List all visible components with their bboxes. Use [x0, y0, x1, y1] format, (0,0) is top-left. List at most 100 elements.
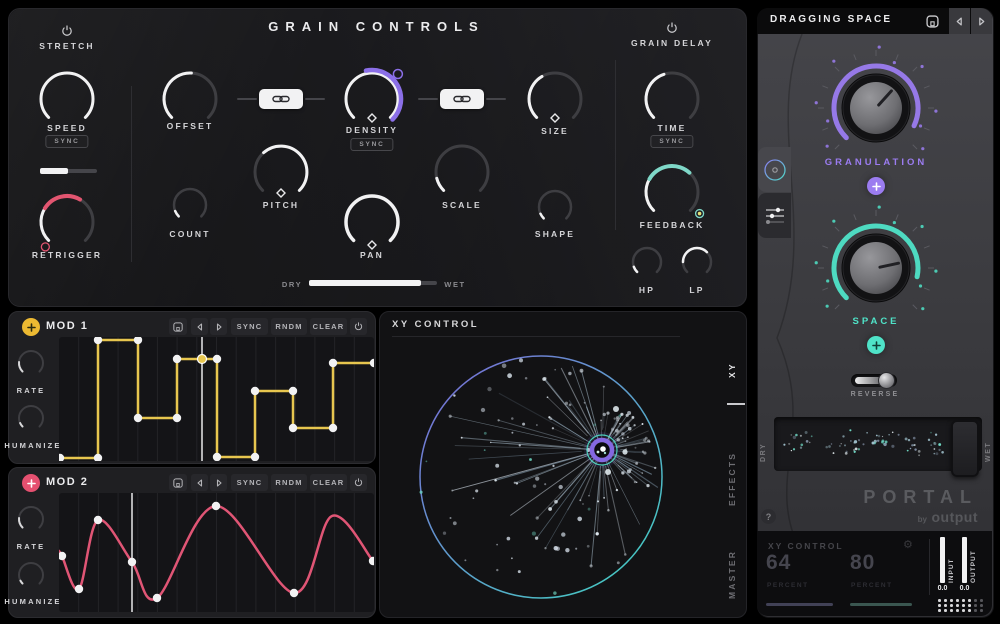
speed-mini-slider-fill — [40, 168, 68, 174]
power-icon — [354, 478, 363, 487]
grip-dot — [962, 609, 965, 612]
mod1-prev-button[interactable] — [191, 318, 208, 335]
grip-dot — [968, 609, 971, 612]
plus-icon — [26, 322, 36, 332]
drywet-slider-fill — [309, 280, 421, 286]
help-button[interactable]: ? — [761, 509, 776, 524]
tab-master[interactable]: MASTER — [727, 537, 737, 611]
output-meter-label: OUTPUT — [970, 550, 977, 583]
mod1-step-editor[interactable] — [59, 337, 374, 461]
space-label: SPACE — [852, 316, 900, 327]
tab-xy-active-marker — [727, 403, 745, 405]
speed-sync-button[interactable]: SYNC — [45, 135, 89, 148]
mod2-clear-button[interactable]: CLEAR — [310, 474, 347, 491]
feedback-label: FEEDBACK — [639, 220, 705, 230]
input-meter-label: INPUT — [948, 558, 955, 584]
grip-dot — [968, 599, 971, 602]
mod2-power-button[interactable] — [350, 474, 367, 491]
hp-label: HP — [638, 285, 656, 295]
divider-2 — [615, 60, 616, 230]
scale-label: SCALE — [442, 200, 482, 210]
bottom-xy-title: XY CONTROL — [768, 541, 844, 551]
save-icon — [925, 14, 939, 28]
grain-delay-label: GRAIN DELAY — [631, 38, 713, 48]
sidetab-sliders-view[interactable] — [758, 193, 791, 238]
input-meter-value: 0.0 — [937, 585, 948, 592]
grip-dot — [980, 599, 983, 602]
gear-icon[interactable]: ⚙ — [903, 538, 913, 551]
mod1-rndm-button[interactable]: RNDM — [271, 318, 307, 335]
grip-dot — [974, 604, 977, 607]
output-meter — [962, 537, 967, 583]
grip-dot — [974, 599, 977, 602]
preset-next-button[interactable] — [971, 8, 992, 34]
grip-dot — [956, 609, 959, 612]
portal-plugin-window: GRAIN CONTROLS STRETCH SPEED SYNC RETRIG… — [0, 0, 1000, 624]
plus-icon — [871, 181, 881, 191]
mod1-power-button[interactable] — [350, 318, 367, 335]
resize-grip-dots[interactable] — [938, 599, 988, 613]
mod2-curve-editor[interactable] — [59, 493, 374, 612]
space-add-mod-button[interactable] — [867, 336, 885, 354]
link-line — [486, 98, 506, 100]
mod1-sync-button[interactable]: SYNC — [231, 318, 268, 335]
sliders-icon — [765, 207, 784, 224]
grip-dot — [950, 609, 953, 612]
xy-x-bar — [766, 603, 833, 606]
stretch-label: STRETCH — [39, 41, 95, 51]
mod2-sync-button[interactable]: SYNC — [231, 474, 268, 491]
xy-y-bar — [850, 603, 912, 606]
drywet-strip-handle[interactable] — [951, 420, 979, 477]
mod2-enable-badge[interactable] — [22, 474, 40, 492]
grip-dot — [938, 604, 941, 607]
preset-prev-button[interactable] — [949, 8, 970, 34]
divider-1 — [131, 86, 132, 262]
triangle-left-icon — [196, 478, 202, 487]
save-icon — [173, 321, 183, 332]
mod1-save-button[interactable] — [169, 318, 187, 335]
link-line — [418, 98, 438, 100]
mod2-next-button[interactable] — [210, 474, 227, 491]
drywet-slider[interactable] — [309, 280, 437, 286]
count-label: COUNT — [169, 229, 211, 239]
mod2-prev-button[interactable] — [191, 474, 208, 491]
triangle-right-icon — [979, 17, 985, 25]
density-sync-button[interactable]: SYNC — [350, 138, 394, 151]
mod1-enable-badge[interactable] — [22, 318, 40, 336]
speed-mini-slider[interactable] — [40, 168, 97, 174]
xy-pad[interactable] — [379, 311, 745, 616]
chain-link-icon — [453, 95, 471, 103]
triangle-right-icon — [216, 478, 222, 487]
preset-save-button[interactable] — [923, 13, 941, 29]
mod1-clear-button[interactable]: CLEAR — [310, 318, 347, 335]
mod2-rndm-button[interactable]: RNDM — [271, 474, 307, 491]
tab-xy[interactable]: XY — [727, 348, 737, 392]
stretch-power-icon[interactable] — [61, 25, 73, 37]
mod1-next-button[interactable] — [210, 318, 227, 335]
tab-effects[interactable]: EFFECTS — [727, 430, 737, 528]
grip-dot — [950, 604, 953, 607]
page-title: GRAIN CONTROLS — [268, 19, 485, 34]
grip-dot — [944, 604, 947, 607]
pitch-label: PITCH — [262, 200, 300, 210]
link-speed-density-button[interactable] — [259, 89, 303, 109]
lp-label: LP — [689, 285, 705, 295]
granulation-add-mod-button[interactable] — [867, 177, 885, 195]
sidetab-xy-view[interactable] — [758, 147, 791, 192]
reverse-toggle-knob[interactable] — [878, 372, 895, 389]
bottom-divider — [929, 539, 930, 595]
grain-delay-power-icon[interactable] — [666, 22, 678, 34]
wet-label: WET — [444, 280, 466, 289]
grip-dot — [944, 599, 947, 602]
offset-knob[interactable] — [150, 59, 230, 144]
plus-icon — [26, 478, 36, 488]
link-density-size-button[interactable] — [440, 89, 484, 109]
density-label: DENSITY — [345, 125, 399, 135]
mod2-save-button[interactable] — [169, 474, 187, 491]
time-sync-button[interactable]: SYNC — [650, 135, 694, 148]
mod1-name: MOD 1 — [46, 320, 89, 332]
time-label: TIME — [657, 123, 687, 133]
shape-label: SHAPE — [534, 229, 576, 239]
reverse-toggle[interactable] — [851, 372, 897, 389]
mod2-name: MOD 2 — [46, 476, 89, 488]
